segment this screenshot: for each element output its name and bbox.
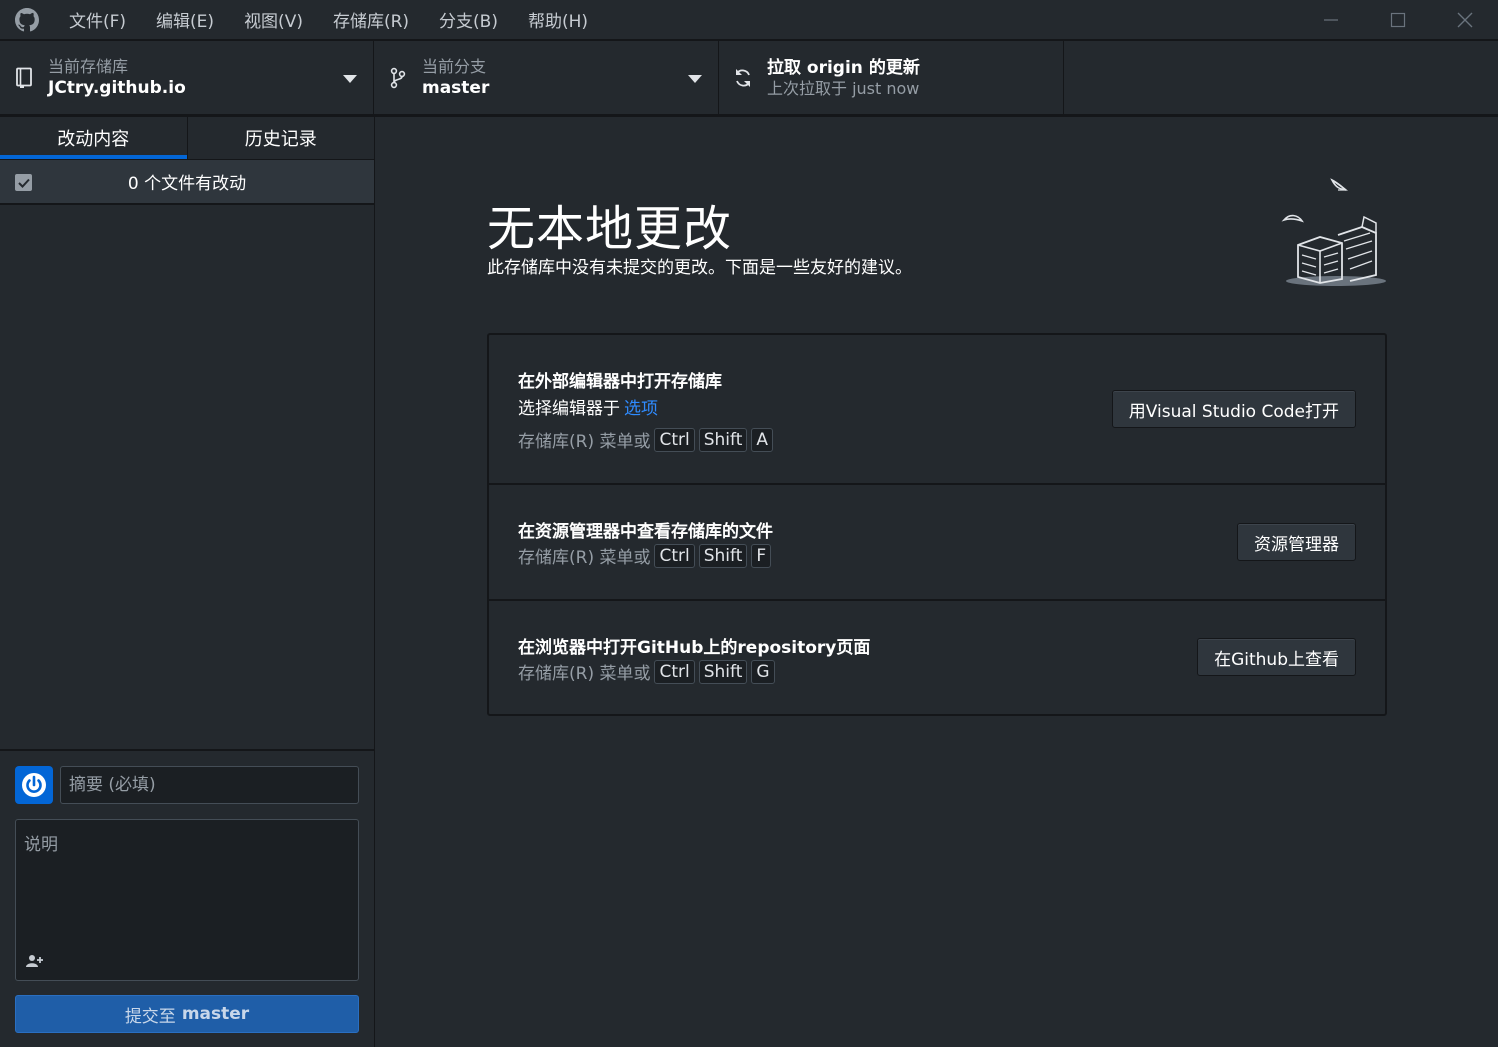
close-icon	[1457, 12, 1472, 27]
fetch-subtitle: 上次拉取于 just now	[767, 78, 920, 98]
sidebar: 改动内容 历史记录 0 个文件有改动 提交至 master	[0, 117, 375, 1047]
summary-input[interactable]	[60, 766, 359, 804]
window-controls	[1297, 0, 1498, 40]
power-icon	[22, 773, 46, 797]
menu-view[interactable]: 视图(V)	[229, 0, 318, 40]
toolbar: 当前存储库 JCtry.github.io 当前分支 master 拉取 ori…	[0, 41, 1498, 117]
close-button[interactable]	[1431, 0, 1498, 40]
menu-repository[interactable]: 存储库(R)	[318, 0, 424, 40]
suggestion-title: 在浏览器中打开GitHub上的repository页面	[518, 638, 871, 658]
github-logo-icon	[0, 7, 54, 32]
minimize-icon	[1323, 18, 1338, 21]
subtitle-text: 选择编辑器于	[518, 399, 620, 419]
key-ctrl: Ctrl	[654, 543, 695, 568]
shortcut-hint: 存储库(R) 菜单或 Ctrl Shift F	[518, 543, 772, 568]
show-in-explorer-button[interactable]: 资源管理器	[1237, 523, 1356, 561]
add-user-icon	[26, 955, 43, 967]
current-branch-dropdown[interactable]: 当前分支 master	[374, 41, 719, 114]
key-f: F	[751, 543, 772, 568]
branch-label: 当前分支	[422, 56, 487, 76]
menu-edit[interactable]: 编辑(E)	[141, 0, 229, 40]
suggestion-show-in-explorer: 在资源管理器中查看存储库的文件 存储库(R) 菜单或 Ctrl Shift F …	[489, 485, 1385, 601]
branch-icon	[374, 67, 422, 89]
fetch-origin-button[interactable]: 拉取 origin 的更新 上次拉取于 just now	[719, 41, 1064, 114]
title-bar: 文件(F) 编辑(E) 视图(V) 存储库(R) 分支(B) 帮助(H)	[0, 0, 1498, 41]
maximize-icon	[1390, 12, 1405, 27]
menu-help[interactable]: 帮助(H)	[513, 0, 603, 40]
suggestion-subtitle: 选择编辑器于 选项	[518, 394, 658, 419]
commit-label: 提交至	[124, 1006, 176, 1027]
open-in-vscode-button[interactable]: 用Visual Studio Code打开	[1111, 390, 1356, 428]
chevron-down-icon	[688, 75, 702, 83]
shortcut-prefix: 存储库(R) 菜单或	[518, 664, 651, 684]
minimize-button[interactable]	[1297, 0, 1364, 40]
page-subtitle: 此存储库中没有未提交的更改。下面是一些友好的建议。	[487, 258, 912, 278]
commit-branch: master	[181, 1004, 250, 1024]
key-shift: Shift	[698, 659, 748, 684]
changes-header: 0 个文件有改动	[0, 160, 374, 205]
shortcut-hint: 存储库(R) 菜单或 Ctrl Shift G	[518, 659, 775, 684]
current-repository-dropdown[interactable]: 当前存储库 JCtry.github.io	[0, 41, 374, 114]
check-icon	[17, 178, 30, 188]
key-shift: Shift	[698, 427, 748, 452]
branch-name: master	[422, 77, 490, 98]
options-link[interactable]: 选项	[624, 399, 658, 419]
suggestion-title: 在资源管理器中查看存储库的文件	[518, 522, 773, 542]
sync-icon	[719, 68, 767, 88]
repo-label: 当前存储库	[48, 56, 129, 76]
view-on-github-button[interactable]: 在Github上查看	[1197, 638, 1356, 676]
tab-history[interactable]: 历史记录	[186, 117, 375, 159]
sidebar-tabs: 改动内容 历史记录	[0, 117, 374, 160]
select-all-checkbox[interactable]	[15, 174, 32, 191]
key-shift: Shift	[698, 543, 748, 568]
commit-button[interactable]: 提交至 master	[15, 995, 359, 1033]
description-input[interactable]	[16, 820, 358, 940]
key-a: A	[751, 427, 774, 452]
empty-state-illustration	[1281, 178, 1386, 286]
commit-area: 提交至 master	[0, 749, 374, 1047]
changes-count: 0 个文件有改动	[127, 174, 247, 194]
add-coauthor-button[interactable]	[24, 952, 46, 970]
key-ctrl: Ctrl	[654, 659, 695, 684]
tab-changes[interactable]: 改动内容	[0, 117, 187, 159]
shortcut-prefix: 存储库(R) 菜单或	[518, 548, 651, 568]
fetch-title: 拉取 origin 的更新	[767, 57, 920, 78]
repo-name: JCtry.github.io	[48, 77, 186, 98]
menu-file[interactable]: 文件(F)	[54, 0, 141, 40]
description-box	[15, 819, 359, 981]
key-ctrl: Ctrl	[654, 427, 695, 452]
suggestion-title: 在外部编辑器中打开存储库	[518, 372, 722, 392]
repo-icon	[0, 67, 48, 89]
shortcut-prefix: 存储库(R) 菜单或	[518, 432, 651, 452]
shortcut-hint: 存储库(R) 菜单或 Ctrl Shift A	[518, 427, 774, 452]
avatar	[15, 766, 53, 804]
maximize-button[interactable]	[1364, 0, 1431, 40]
key-g: G	[751, 659, 775, 684]
menu-branch[interactable]: 分支(B)	[424, 0, 513, 40]
page-title: 无本地更改	[487, 201, 733, 257]
suggestions-panel: 在外部编辑器中打开存储库 选择编辑器于 选项 存储库(R) 菜单或 Ctrl Sh…	[487, 333, 1387, 716]
chevron-down-icon	[343, 75, 357, 83]
main-content: 无本地更改 此存储库中没有未提交的更改。下面是一些友好的建议。 在外部编辑器中打…	[375, 117, 1498, 1047]
suggestion-view-on-github: 在浏览器中打开GitHub上的repository页面 存储库(R) 菜单或 C…	[489, 601, 1385, 714]
suggestion-open-editor: 在外部编辑器中打开存储库 选择编辑器于 选项 存储库(R) 菜单或 Ctrl Sh…	[489, 335, 1385, 485]
